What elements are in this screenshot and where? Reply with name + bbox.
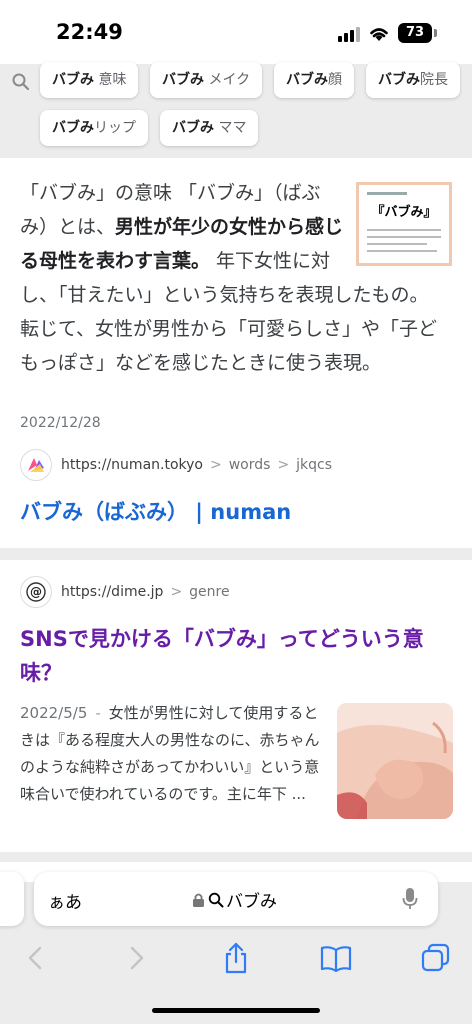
- site-favicon: [20, 449, 52, 481]
- search-result-card: @ https://dime.jp > genre SNSで見かける「バブみ」って…: [0, 560, 472, 852]
- status-time: 22:49: [56, 20, 123, 44]
- lock-icon: [193, 893, 204, 907]
- mic-icon[interactable]: [402, 887, 418, 911]
- battery-indicator: 73: [398, 23, 432, 43]
- result-source[interactable]: @ https://dime.jp > genre: [20, 576, 230, 608]
- result-thumbnail[interactable]: 『バブみ』: [356, 182, 452, 266]
- result-date: 2022/12/28: [20, 415, 101, 431]
- chip-related-search[interactable]: バブみ 意味: [40, 62, 139, 98]
- search-query[interactable]: バブみ: [192, 887, 277, 912]
- svg-text:@: @: [30, 585, 42, 599]
- chip-related-search[interactable]: バブみ院長: [366, 62, 460, 98]
- forward-icon[interactable]: [118, 940, 154, 976]
- battery-tip: [434, 29, 437, 37]
- home-indicator: [152, 1008, 320, 1013]
- result-url: https://numan.tokyo: [61, 457, 203, 473]
- result-title-link[interactable]: SNSで見かける「バブみ」ってどういう意味？: [20, 622, 456, 690]
- related-searches: バブみ 意味 バブみ メイク バブみ顔 バブみ院長 バブみリップ バブみ ママ: [0, 62, 472, 158]
- search-result-card: 『バブみ』 「バブみ」の意味 「バブみ」（ばぶみ）とは、男性が年少の女性から感じ…: [0, 158, 472, 548]
- address-bar[interactable]: ぁあ バブみ: [34, 872, 438, 926]
- chip-related-search[interactable]: バブみ メイク: [150, 62, 263, 98]
- result-url: https://dime.jp: [61, 584, 164, 600]
- chip-related-search[interactable]: バブみ顔: [274, 62, 354, 98]
- result-thumbnail[interactable]: [337, 703, 453, 819]
- share-icon[interactable]: [218, 940, 254, 976]
- chip-related-search[interactable]: バブみリップ: [40, 110, 148, 146]
- search-icon: [12, 73, 30, 91]
- page-settings-button[interactable]: ぁあ: [48, 888, 82, 913]
- result-source[interactable]: https://numan.tokyo > words > jkqcs: [20, 449, 332, 481]
- back-icon[interactable]: [18, 940, 54, 976]
- signal-icon: [338, 26, 360, 42]
- result-snippet: 2022/5/5- 女性が男性に対して使用するときは『ある程度大人の男性なのに、赤…: [20, 704, 320, 803]
- previous-tab-preview[interactable]: [0, 872, 24, 926]
- wifi-icon: [370, 28, 388, 41]
- status-bar: 22:49 73: [0, 0, 472, 64]
- result-snippet: 『バブみ』 「バブみ」の意味 「バブみ」（ばぶみ）とは、男性が年少の女性から感じ…: [20, 176, 452, 380]
- site-favicon: @: [20, 576, 52, 608]
- result-title-link[interactable]: バブみ（ばぶみ） | numan: [20, 496, 291, 526]
- bookmarks-icon[interactable]: [318, 940, 354, 976]
- tabs-icon[interactable]: [418, 940, 454, 976]
- search-icon: [208, 892, 224, 907]
- chip-related-search[interactable]: バブみ ママ: [160, 110, 259, 146]
